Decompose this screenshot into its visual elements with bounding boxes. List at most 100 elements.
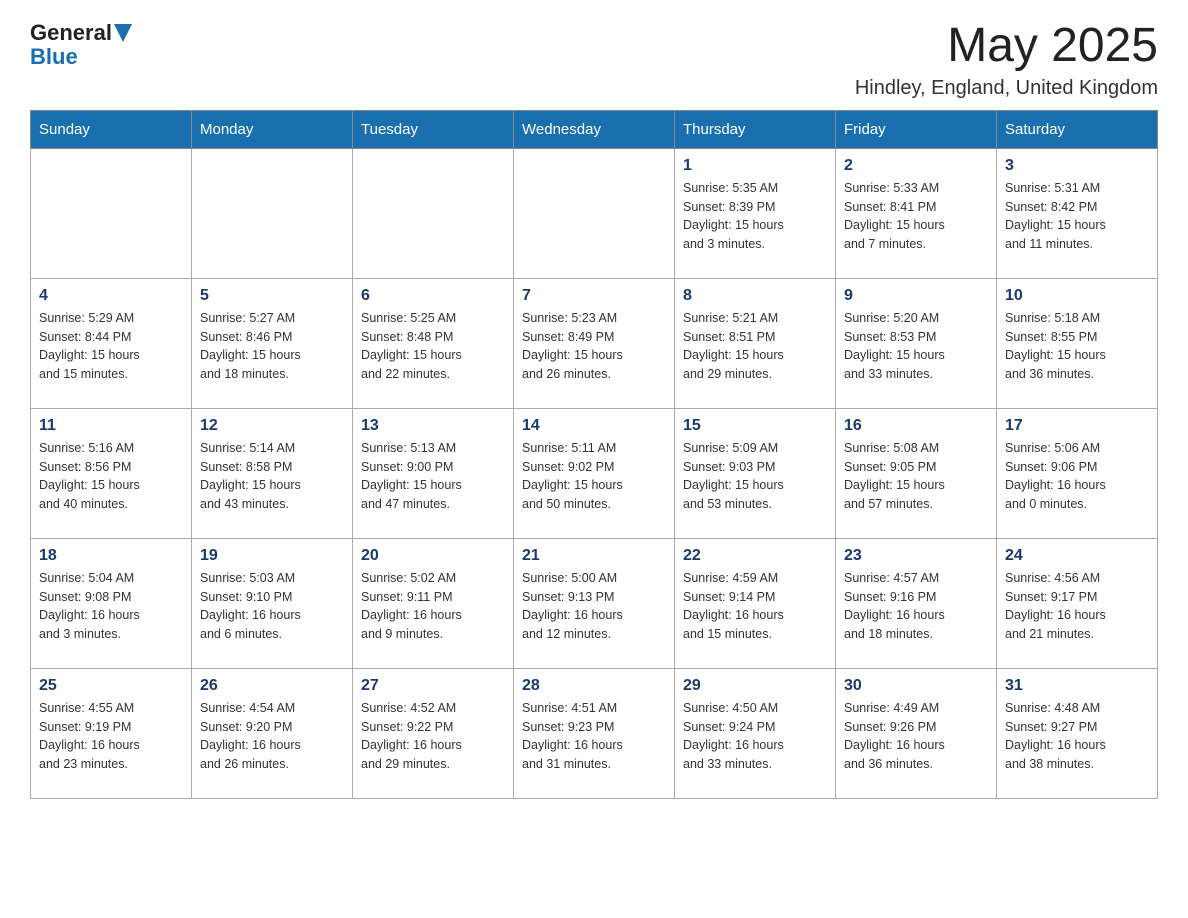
- title-block: May 2025 Hindley, England, United Kingdo…: [855, 20, 1158, 100]
- day-info: Sunrise: 4:57 AM Sunset: 9:16 PM Dayligh…: [844, 569, 988, 644]
- day-info: Sunrise: 5:25 AM Sunset: 8:48 PM Dayligh…: [361, 309, 505, 384]
- calendar-cell: 2 Sunrise: 5:33 AM Sunset: 8:41 PM Daylig…: [836, 148, 997, 278]
- calendar-header-row: SundayMondayTuesdayWednesdayThursdayFrid…: [31, 110, 1158, 148]
- calendar-cell: 15Sunrise: 5:09 AM Sunset: 9:03 PM Dayli…: [675, 408, 836, 538]
- calendar-cell: 14 Sunrise: 5:11 AM Sunset: 9:02 PM Dayli…: [514, 408, 675, 538]
- day-number: 8: [683, 287, 827, 305]
- weekday-header-sunday: Sunday: [31, 110, 192, 148]
- day-number: 22: [683, 547, 827, 565]
- day-number: 17: [1005, 417, 1149, 435]
- day-info: Sunrise: 4:54 AM Sunset: 9:20 PM Dayligh…: [200, 699, 344, 774]
- calendar-cell: 26 Sunrise: 4:54 AM Sunset: 9:20 PM Dayli…: [192, 668, 353, 798]
- day-info: Sunrise: 5:23 AM Sunset: 8:49 PM Dayligh…: [522, 309, 666, 384]
- day-info: Sunrise: 5:08 AM Sunset: 9:05 PM Dayligh…: [844, 439, 988, 514]
- calendar-cell: 9Sunrise: 5:20 AM Sunset: 8:53 PM Daylig…: [836, 278, 997, 408]
- day-number: 16: [844, 417, 988, 435]
- weekday-header-wednesday: Wednesday: [514, 110, 675, 148]
- calendar-cell: 12Sunrise: 5:14 AM Sunset: 8:58 PM Dayli…: [192, 408, 353, 538]
- day-info: Sunrise: 5:20 AM Sunset: 8:53 PM Dayligh…: [844, 309, 988, 384]
- day-info: Sunrise: 5:33 AM Sunset: 8:41 PM Dayligh…: [844, 179, 988, 254]
- calendar-cell: 17Sunrise: 5:06 AM Sunset: 9:06 PM Dayli…: [997, 408, 1158, 538]
- day-number: 26: [200, 677, 344, 695]
- calendar-cell: [31, 148, 192, 278]
- day-number: 31: [1005, 677, 1149, 695]
- day-info: Sunrise: 4:52 AM Sunset: 9:22 PM Dayligh…: [361, 699, 505, 774]
- calendar-cell: 3 Sunrise: 5:31 AM Sunset: 8:42 PM Daylig…: [997, 148, 1158, 278]
- weekday-header-saturday: Saturday: [997, 110, 1158, 148]
- day-info: Sunrise: 5:00 AM Sunset: 9:13 PM Dayligh…: [522, 569, 666, 644]
- day-info: Sunrise: 4:49 AM Sunset: 9:26 PM Dayligh…: [844, 699, 988, 774]
- logo-general-text: General: [30, 20, 112, 46]
- day-info: Sunrise: 5:29 AM Sunset: 8:44 PM Dayligh…: [39, 309, 183, 384]
- day-info: Sunrise: 5:13 AM Sunset: 9:00 PM Dayligh…: [361, 439, 505, 514]
- day-number: 27: [361, 677, 505, 695]
- calendar-cell: 23 Sunrise: 4:57 AM Sunset: 9:16 PM Dayli…: [836, 538, 997, 668]
- calendar-cell: 31 Sunrise: 4:48 AM Sunset: 9:27 PM Dayli…: [997, 668, 1158, 798]
- day-number: 23: [844, 547, 988, 565]
- day-info: Sunrise: 5:31 AM Sunset: 8:42 PM Dayligh…: [1005, 179, 1149, 254]
- day-number: 7: [522, 287, 666, 305]
- day-info: Sunrise: 5:11 AM Sunset: 9:02 PM Dayligh…: [522, 439, 666, 514]
- logo-blue-text: Blue: [30, 44, 78, 69]
- calendar-cell: 11Sunrise: 5:16 AM Sunset: 8:56 PM Dayli…: [31, 408, 192, 538]
- calendar-cell: 28Sunrise: 4:51 AM Sunset: 9:23 PM Dayli…: [514, 668, 675, 798]
- calendar-cell: 7 Sunrise: 5:23 AM Sunset: 8:49 PM Daylig…: [514, 278, 675, 408]
- day-info: Sunrise: 4:50 AM Sunset: 9:24 PM Dayligh…: [683, 699, 827, 774]
- location-title: Hindley, England, United Kingdom: [855, 77, 1158, 100]
- calendar-cell: 16 Sunrise: 5:08 AM Sunset: 9:05 PM Dayli…: [836, 408, 997, 538]
- calendar-cell: [353, 148, 514, 278]
- day-number: 12: [200, 417, 344, 435]
- day-number: 18: [39, 547, 183, 565]
- calendar-cell: 29 Sunrise: 4:50 AM Sunset: 9:24 PM Dayli…: [675, 668, 836, 798]
- day-info: Sunrise: 5:35 AM Sunset: 8:39 PM Dayligh…: [683, 179, 827, 254]
- day-info: Sunrise: 4:56 AM Sunset: 9:17 PM Dayligh…: [1005, 569, 1149, 644]
- day-info: Sunrise: 5:02 AM Sunset: 9:11 PM Dayligh…: [361, 569, 505, 644]
- day-info: Sunrise: 4:51 AM Sunset: 9:23 PM Dayligh…: [522, 699, 666, 774]
- logo: General Blue: [30, 20, 132, 70]
- page-header: General Blue May 2025 Hindley, England, …: [30, 20, 1158, 100]
- weekday-header-monday: Monday: [192, 110, 353, 148]
- calendar-week-1: 1Sunrise: 5:35 AM Sunset: 8:39 PM Daylig…: [31, 148, 1158, 278]
- day-info: Sunrise: 4:48 AM Sunset: 9:27 PM Dayligh…: [1005, 699, 1149, 774]
- calendar-week-4: 18 Sunrise: 5:04 AM Sunset: 9:08 PM Dayli…: [31, 538, 1158, 668]
- day-number: 13: [361, 417, 505, 435]
- calendar-cell: 20 Sunrise: 5:02 AM Sunset: 9:11 PM Dayli…: [353, 538, 514, 668]
- calendar-week-2: 4 Sunrise: 5:29 AM Sunset: 8:44 PM Daylig…: [31, 278, 1158, 408]
- calendar-cell: 5 Sunrise: 5:27 AM Sunset: 8:46 PM Daylig…: [192, 278, 353, 408]
- calendar-cell: [192, 148, 353, 278]
- day-info: Sunrise: 5:04 AM Sunset: 9:08 PM Dayligh…: [39, 569, 183, 644]
- day-number: 6: [361, 287, 505, 305]
- day-number: 5: [200, 287, 344, 305]
- day-number: 21: [522, 547, 666, 565]
- day-number: 3: [1005, 157, 1149, 175]
- calendar-cell: 27 Sunrise: 4:52 AM Sunset: 9:22 PM Dayli…: [353, 668, 514, 798]
- day-info: Sunrise: 5:09 AM Sunset: 9:03 PM Dayligh…: [683, 439, 827, 514]
- day-info: Sunrise: 4:55 AM Sunset: 9:19 PM Dayligh…: [39, 699, 183, 774]
- day-number: 4: [39, 287, 183, 305]
- weekday-header-tuesday: Tuesday: [353, 110, 514, 148]
- day-number: 29: [683, 677, 827, 695]
- calendar-cell: 30 Sunrise: 4:49 AM Sunset: 9:26 PM Dayli…: [836, 668, 997, 798]
- month-title: May 2025: [855, 20, 1158, 73]
- day-info: Sunrise: 5:16 AM Sunset: 8:56 PM Dayligh…: [39, 439, 183, 514]
- weekday-header-friday: Friday: [836, 110, 997, 148]
- day-number: 20: [361, 547, 505, 565]
- day-number: 25: [39, 677, 183, 695]
- day-info: Sunrise: 5:03 AM Sunset: 9:10 PM Dayligh…: [200, 569, 344, 644]
- day-info: Sunrise: 5:21 AM Sunset: 8:51 PM Dayligh…: [683, 309, 827, 384]
- calendar-week-3: 11Sunrise: 5:16 AM Sunset: 8:56 PM Dayli…: [31, 408, 1158, 538]
- calendar-week-5: 25 Sunrise: 4:55 AM Sunset: 9:19 PM Dayli…: [31, 668, 1158, 798]
- day-number: 2: [844, 157, 988, 175]
- day-number: 10: [1005, 287, 1149, 305]
- day-info: Sunrise: 5:18 AM Sunset: 8:55 PM Dayligh…: [1005, 309, 1149, 384]
- day-number: 14: [522, 417, 666, 435]
- calendar-cell: 18 Sunrise: 5:04 AM Sunset: 9:08 PM Dayli…: [31, 538, 192, 668]
- day-number: 24: [1005, 547, 1149, 565]
- calendar-cell: 8 Sunrise: 5:21 AM Sunset: 8:51 PM Daylig…: [675, 278, 836, 408]
- calendar-cell: 1Sunrise: 5:35 AM Sunset: 8:39 PM Daylig…: [675, 148, 836, 278]
- logo-triangle-icon: [114, 24, 132, 42]
- calendar-cell: [514, 148, 675, 278]
- day-number: 30: [844, 677, 988, 695]
- day-info: Sunrise: 5:27 AM Sunset: 8:46 PM Dayligh…: [200, 309, 344, 384]
- calendar-cell: 25 Sunrise: 4:55 AM Sunset: 9:19 PM Dayli…: [31, 668, 192, 798]
